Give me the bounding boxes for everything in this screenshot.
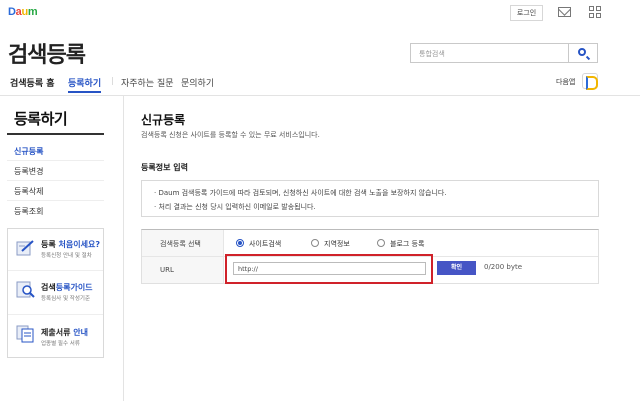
sidebar-title: 등록하기 xyxy=(14,110,68,128)
radio-blog[interactable] xyxy=(377,239,385,247)
url-input[interactable]: http:// xyxy=(233,262,426,275)
grid-cell xyxy=(596,6,601,11)
page-title: 검색등록 xyxy=(8,43,86,68)
form-label-type: 검색등록 선택 xyxy=(160,240,201,248)
sidebar-divider xyxy=(7,200,104,201)
guide-title-text: 등록 xyxy=(41,240,59,249)
notice-line: · Daum 검색등록 가이드에 따라 검토되며, 신청하신 사이트에 대한 검… xyxy=(154,189,447,197)
sidebar-divider xyxy=(7,160,104,161)
pencil-doc-icon xyxy=(16,239,36,257)
radio-label[interactable]: 블로그 등록 xyxy=(390,239,424,249)
form-label-url: URL xyxy=(160,266,174,274)
confirm-button[interactable]: 확인 xyxy=(437,261,476,275)
guide-registration-link[interactable]: 검색등록가이드 xyxy=(41,282,93,293)
header-divider xyxy=(0,95,640,96)
radio-local-info[interactable] xyxy=(311,239,319,247)
radio-label[interactable]: 사이트검색 xyxy=(249,239,281,249)
guide-divider xyxy=(8,314,103,315)
logo-letter: m xyxy=(27,6,38,18)
daum-app-label[interactable]: 다음앱 xyxy=(556,77,575,87)
guide-subtitle: 등록심사 및 작성기준 xyxy=(41,296,91,302)
daum-app-icon[interactable] xyxy=(582,73,598,90)
guide-title-text: 검색 xyxy=(41,283,56,292)
nav-inquiry[interactable]: 문의하기 xyxy=(181,76,214,89)
magnifier-doc-icon xyxy=(16,281,36,299)
radio-label[interactable]: 지역정보 xyxy=(324,239,350,249)
guide-subtitle: 등록신청 안내 및 절차 xyxy=(41,253,92,259)
nav-home[interactable]: 검색등록 홈 xyxy=(10,76,55,89)
guide-title-text: 제출서류 xyxy=(41,328,74,337)
grid-cell xyxy=(596,13,601,18)
documents-icon xyxy=(16,325,36,343)
sidebar-item-lookup[interactable]: 등록조회 xyxy=(14,206,43,217)
nav-separator: | xyxy=(111,76,114,85)
guide-first-time-link[interactable]: 등록 처음이세요? xyxy=(41,239,100,250)
search-input[interactable]: 통합검색 xyxy=(410,43,569,63)
radio-site-search[interactable] xyxy=(236,239,244,247)
notice-box: · Daum 검색등록 가이드에 따라 검토되며, 신청하신 사이트에 대한 검… xyxy=(141,180,599,217)
section-title: 등록정보 입력 xyxy=(141,163,188,172)
login-button[interactable]: 로그인 xyxy=(510,5,543,21)
guide-title-highlight: 처음이세요? xyxy=(58,240,100,249)
byte-counter: 0/200 byte xyxy=(484,263,523,271)
search-button[interactable] xyxy=(569,43,598,63)
sidebar-title-underline xyxy=(7,133,104,135)
mail-icon[interactable] xyxy=(558,7,571,17)
guide-subtitle: 업종별 필수 서류 xyxy=(41,341,80,347)
sidebar-divider xyxy=(7,180,104,181)
guide-documents-link[interactable]: 제출서류 안내 xyxy=(41,327,88,338)
sidebar-item-delete[interactable]: 등록삭제 xyxy=(14,186,43,197)
sidebar-item-new[interactable]: 신규등록 xyxy=(14,146,43,157)
sidebar-divider-vertical xyxy=(123,96,124,401)
nav-faq[interactable]: 자주하는 질문 xyxy=(121,76,174,89)
notice-line: · 처리 결과는 신청 당시 입력하신 이메일로 발송됩니다. xyxy=(154,203,316,211)
grid-cell xyxy=(589,13,594,18)
content-title: 신규등록 xyxy=(141,113,186,127)
grid-cell xyxy=(589,6,594,11)
daum-logo[interactable]: Daum xyxy=(8,6,38,18)
guide-title-highlight: 안내 xyxy=(73,328,88,337)
nav-register[interactable]: 등록하기 xyxy=(68,76,102,93)
logo-letter: D xyxy=(8,6,16,18)
guide-title-highlight: 등록가이드 xyxy=(55,283,93,292)
guide-panel: 등록 처음이세요? 등록신청 안내 및 절차 검색등록가이드 등록심사 및 작성… xyxy=(7,228,104,358)
sidebar-item-change[interactable]: 등록변경 xyxy=(14,166,43,177)
search-icon xyxy=(578,48,586,56)
guide-divider xyxy=(8,270,103,271)
apps-grid-icon[interactable] xyxy=(589,6,601,18)
content-description: 검색등록 신청은 사이트를 등록할 수 있는 무료 서비스입니다. xyxy=(141,131,320,139)
